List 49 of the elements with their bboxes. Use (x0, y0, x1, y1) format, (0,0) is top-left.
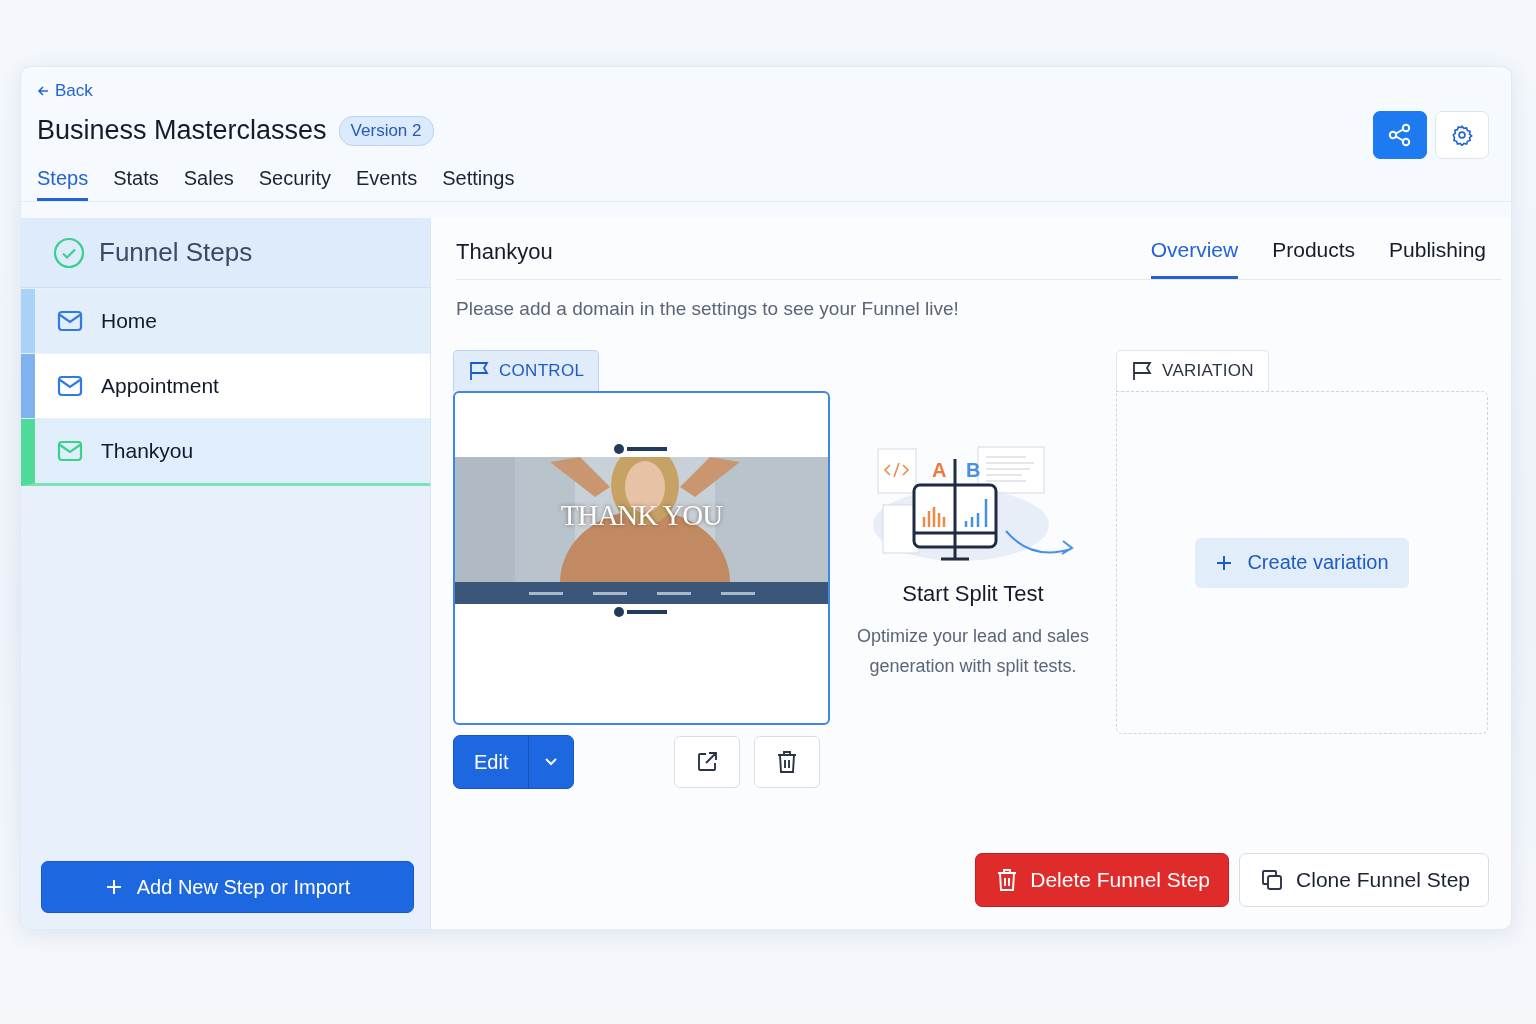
delete-step-button[interactable]: Delete Funnel Step (975, 853, 1230, 907)
back-link[interactable]: Back (37, 81, 93, 101)
version-badge: Version 2 (338, 115, 434, 146)
step-item[interactable]: Appointment (21, 354, 430, 418)
nav-tab[interactable]: Steps (37, 161, 89, 201)
nav-tab[interactable]: Events (356, 161, 418, 201)
add-step-button[interactable]: Add New Step or Import (41, 861, 414, 913)
envelope-icon (57, 440, 83, 462)
envelope-icon (57, 310, 83, 332)
step-title: Thankyou (456, 239, 553, 265)
variant-a-label: A (931, 459, 946, 481)
share-icon (1387, 122, 1413, 148)
step-item[interactable]: Thankyou (21, 419, 430, 486)
external-link-icon (695, 750, 720, 774)
flag-icon (468, 361, 490, 381)
clone-step-button[interactable]: Clone Funnel Step (1239, 853, 1489, 907)
open-preview-button[interactable] (674, 736, 741, 788)
step-item[interactable]: Home (21, 289, 430, 353)
trash-icon (776, 750, 799, 774)
control-tab[interactable]: CONTROL (453, 350, 600, 391)
variant-b-label: B (965, 459, 980, 481)
edit-button[interactable]: Edit (454, 736, 529, 788)
share-button[interactable] (1373, 111, 1427, 159)
trash-icon (996, 868, 1019, 892)
create-variation-button[interactable]: Create variation (1195, 537, 1409, 588)
delete-variant-button[interactable] (754, 736, 821, 788)
check-circle-icon (53, 236, 85, 269)
settings-icon (1451, 124, 1473, 146)
step-tab[interactable]: Products (1272, 238, 1356, 279)
caret-icon (544, 757, 559, 767)
copy-icon (1260, 868, 1285, 892)
nav-tab[interactable]: Stats (113, 161, 159, 201)
plus-icon (1215, 553, 1234, 572)
variation-tab[interactable]: VARIATION (1116, 350, 1269, 391)
split-test-title: Start Split Test (902, 581, 1044, 607)
sidebar-title: Funnel Steps (99, 237, 253, 268)
plus-icon (104, 878, 123, 896)
settings-button[interactable] (1435, 111, 1489, 159)
split-test-description: Optimize your lead and sales generation with split tests. (855, 625, 1091, 678)
step-tab[interactable]: Publishing (1389, 238, 1486, 279)
funnel-title: Business Masterclasses (37, 115, 327, 146)
nav-tab[interactable]: Security (258, 161, 331, 201)
step-tab[interactable]: Overview (1150, 238, 1239, 279)
nav-tab[interactable]: Settings (442, 161, 515, 201)
flag-icon (1131, 361, 1153, 381)
back-arrow-icon (37, 85, 49, 97)
envelope-icon (57, 375, 83, 397)
domain-notice: Please add a domain in the settings to see your Funnel live! (456, 298, 960, 320)
nav-tab[interactable]: Sales (183, 161, 234, 201)
